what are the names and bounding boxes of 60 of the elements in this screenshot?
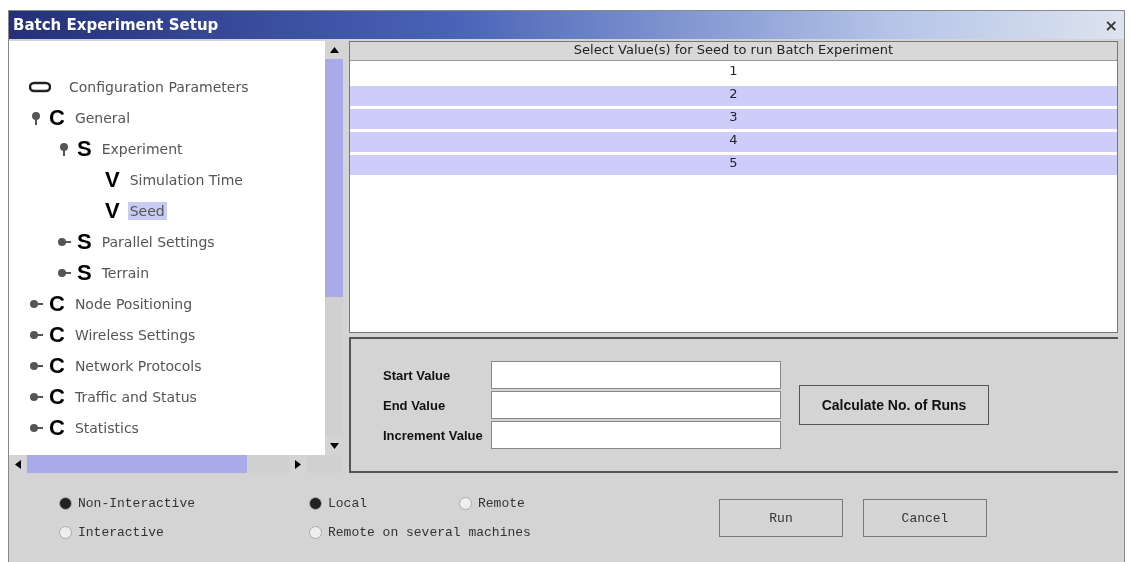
node-type-letter: C bbox=[49, 290, 65, 317]
tree-item[interactable]: Statistics bbox=[72, 418, 141, 437]
radio-option[interactable]: Remote bbox=[459, 496, 659, 511]
tree-item[interactable]: Experiment bbox=[99, 139, 185, 158]
scroll-up-icon[interactable] bbox=[329, 47, 339, 53]
horizontal-scrollbar[interactable] bbox=[9, 455, 343, 473]
expanded-icon[interactable] bbox=[57, 141, 71, 156]
window-title: Batch Experiment Setup bbox=[13, 16, 219, 34]
table-row[interactable]: 3 bbox=[350, 109, 1117, 129]
node-type-letter: S bbox=[77, 259, 92, 286]
cancel-button[interactable]: Cancel bbox=[863, 499, 987, 537]
radio-option[interactable]: Interactive bbox=[59, 525, 309, 540]
node-type-letter: C bbox=[49, 383, 65, 410]
tree-root[interactable]: Configuration Parameters bbox=[67, 77, 251, 96]
database-icon bbox=[29, 80, 51, 93]
table-row[interactable]: 4 bbox=[350, 132, 1117, 152]
node-type-letter: V bbox=[105, 197, 120, 224]
node-type-letter: C bbox=[49, 104, 65, 131]
field-label: Increment Value bbox=[383, 427, 483, 443]
input-field[interactable] bbox=[490, 421, 781, 449]
radio-option[interactable]: Remote on several machines bbox=[309, 525, 659, 540]
tree-item[interactable]: Wireless Settings bbox=[72, 325, 198, 344]
radio-icon[interactable] bbox=[459, 497, 472, 510]
table-row[interactable]: 5 bbox=[350, 155, 1117, 175]
node-type-letter: C bbox=[49, 414, 65, 441]
run-button[interactable]: Run bbox=[719, 499, 843, 537]
input-field[interactable] bbox=[490, 361, 781, 389]
field-label: End Value bbox=[383, 397, 447, 413]
close-button[interactable]: × bbox=[1102, 15, 1120, 35]
scroll-down-icon[interactable] bbox=[329, 443, 339, 449]
scroll-right-icon[interactable] bbox=[295, 459, 301, 469]
scroll-left-icon[interactable] bbox=[15, 459, 21, 469]
radio-icon[interactable] bbox=[59, 497, 72, 510]
radio-icon[interactable] bbox=[59, 526, 72, 539]
scroll-thumb[interactable] bbox=[27, 455, 247, 473]
tree-item[interactable]: Traffic and Status bbox=[72, 387, 199, 406]
column-header: Select Value(s) for Seed to run Batch Experiment bbox=[350, 42, 1117, 61]
node-type-letter: C bbox=[49, 352, 65, 379]
scroll-thumb[interactable] bbox=[325, 59, 343, 297]
radio-icon[interactable] bbox=[309, 497, 322, 510]
tree-item[interactable]: Terrain bbox=[99, 263, 152, 282]
tree-item[interactable]: Seed bbox=[127, 201, 167, 220]
tree-item[interactable]: General bbox=[72, 108, 133, 127]
node-type-letter: S bbox=[77, 228, 92, 255]
radio-icon[interactable] bbox=[309, 526, 322, 539]
tree-item[interactable]: Simulation Time bbox=[127, 170, 245, 189]
radio-option[interactable]: Local bbox=[309, 496, 459, 511]
node-type-letter: V bbox=[105, 166, 120, 193]
tree-item[interactable]: Parallel Settings bbox=[99, 232, 217, 251]
table-row[interactable]: 2 bbox=[350, 86, 1117, 106]
expanded-icon[interactable] bbox=[29, 110, 43, 125]
input-field[interactable] bbox=[490, 391, 781, 419]
field-label: Start Value bbox=[383, 367, 452, 383]
tree-item[interactable]: Node Positioning bbox=[72, 294, 195, 313]
tree-item[interactable]: Network Protocols bbox=[72, 356, 204, 375]
radio-option[interactable]: Non-Interactive bbox=[59, 496, 309, 511]
node-type-letter: S bbox=[77, 135, 92, 162]
calculate-button[interactable]: Calculate No. of Runs bbox=[798, 385, 990, 425]
vertical-scrollbar[interactable] bbox=[325, 41, 343, 455]
node-type-letter: C bbox=[49, 321, 65, 348]
